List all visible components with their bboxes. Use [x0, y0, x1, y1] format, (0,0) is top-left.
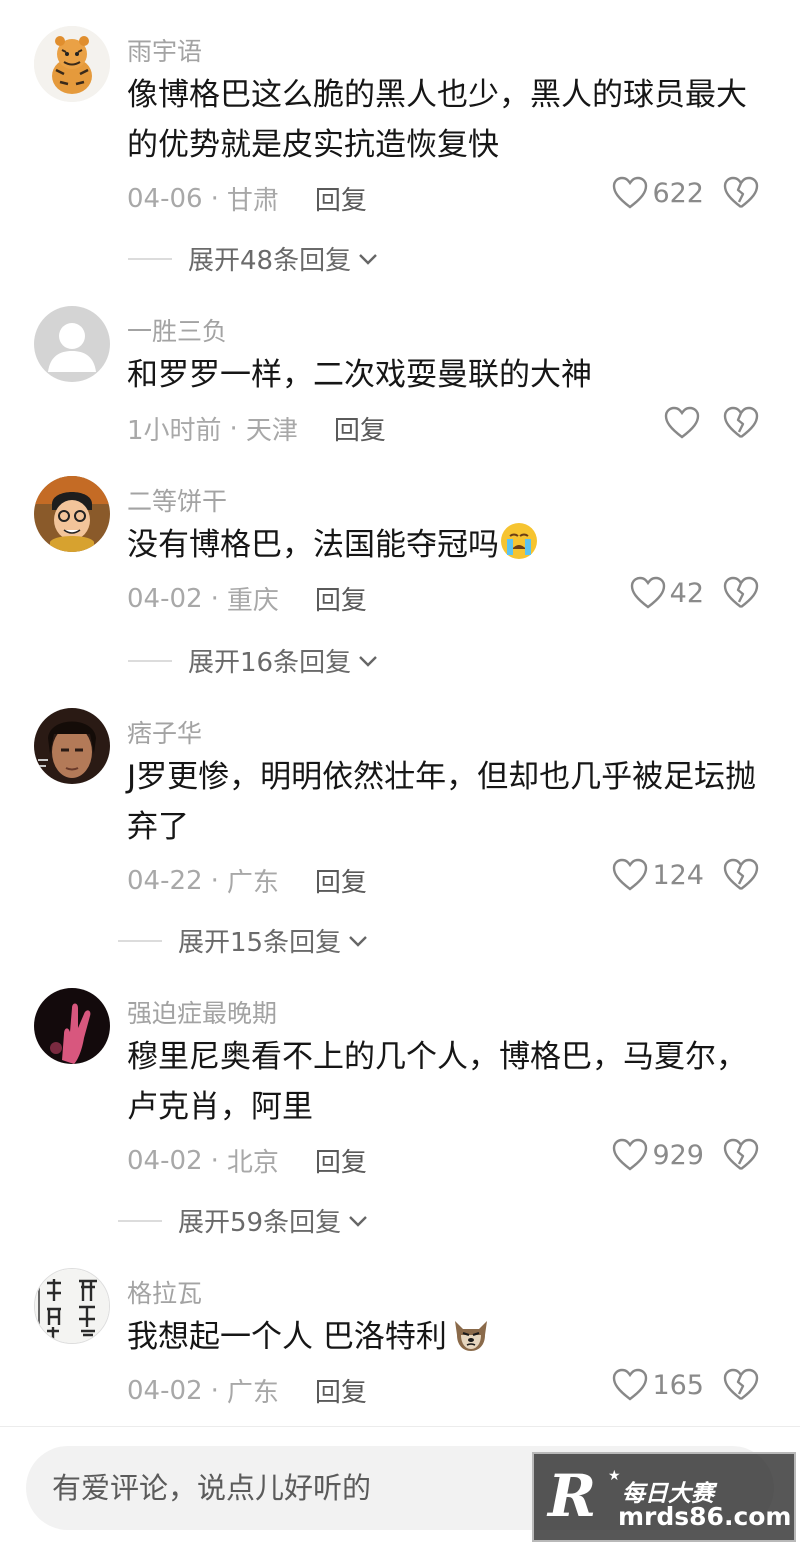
chevron-down-icon — [349, 1215, 367, 1227]
expand-replies-button[interactable]: 展开59条回复 — [118, 1202, 369, 1239]
comment-text: 和罗罗一样，二次戏耍曼联的大神 — [127, 357, 592, 393]
broken-heart-icon[interactable] — [722, 176, 760, 210]
username[interactable]: 二等饼干 — [127, 482, 227, 518]
chevron-down-icon — [359, 655, 377, 667]
heart-icon — [613, 858, 648, 891]
username[interactable]: 一胜三负 — [127, 312, 227, 348]
expand-replies-button[interactable]: 展开48条回复 — [128, 240, 379, 277]
like-button[interactable]: 165 — [612, 1368, 704, 1402]
reply-button[interactable]: 回复 — [315, 1142, 367, 1179]
username[interactable]: 雨宇语 — [127, 32, 202, 68]
comment-meta: 04-02 · 广东 回复 — [127, 1372, 367, 1409]
comment-text: 像博格巴这么脆的黑人也少，黑人的球员最大的优势就是皮实抗造恢复快 — [127, 77, 747, 163]
cartoon-avatar[interactable] — [34, 476, 110, 552]
meta-separator: · — [210, 183, 219, 214]
comment-meta: 04-02 · 北京 回复 — [127, 1142, 367, 1179]
meta-separator: · — [210, 583, 219, 614]
comment-location: 重庆 — [226, 586, 279, 616]
meta-separator: · — [210, 1375, 219, 1406]
heart-icon — [613, 176, 648, 209]
face-avatar[interactable] — [34, 708, 110, 784]
comment-date: 04-02 — [127, 1375, 203, 1406]
broken-heart-icon[interactable] — [722, 1138, 760, 1172]
expand-label: 展开16条回复 — [188, 648, 352, 678]
watermark-logo: R ★ 每日大赛 mrds86.com — [532, 1452, 796, 1542]
expand-divider — [118, 1219, 162, 1222]
hand-avatar[interactable] — [34, 988, 110, 1064]
meta-separator: · — [229, 413, 238, 444]
tiger-avatar[interactable] — [34, 26, 110, 102]
like-count: 622 — [652, 177, 704, 209]
reply-button[interactable]: 回复 — [315, 862, 367, 899]
comment-location: 天津 — [245, 416, 298, 446]
comment-text-body: 我想起一个人 巴洛特利 — [127, 1319, 447, 1355]
username[interactable]: 痞子华 — [127, 714, 202, 750]
comment-text: 穆里尼奥看不上的几个人，博格巴，马夏尔，卢克肖，阿里 — [127, 1039, 747, 1125]
comment-meta: 04-06 · 甘肃 回复 — [127, 180, 367, 217]
like-count: 124 — [652, 859, 704, 891]
comment-meta: 04-22 · 广东 回复 — [127, 862, 367, 899]
comment-text: 没有博格巴，法国能夺冠吗 — [127, 520, 767, 570]
watermark-letter: R — [548, 1462, 597, 1530]
comment-date: 04-02 — [127, 1145, 203, 1176]
expand-replies-button[interactable]: 展开16条回复 — [128, 642, 379, 679]
like-button[interactable]: 622 — [612, 176, 704, 210]
expand-replies-button[interactable]: 展开15条回复 — [118, 922, 369, 959]
chevron-down-icon — [359, 253, 377, 265]
comment-meta: 1小时前 · 天津 回复 — [127, 410, 386, 447]
comment-text: 我想起一个人 巴洛特利 — [127, 1312, 767, 1362]
reply-button[interactable]: 回复 — [315, 1372, 367, 1409]
broken-heart-icon[interactable] — [722, 1368, 760, 1402]
broken-heart-icon[interactable] — [722, 406, 760, 440]
dog-emoji — [454, 1321, 487, 1351]
username[interactable]: 强迫症最晚期 — [127, 994, 277, 1030]
heart-icon — [613, 1138, 648, 1171]
reply-button[interactable]: 回复 — [315, 180, 367, 217]
comment-location: 北京 — [226, 1148, 279, 1178]
like-button[interactable]: 929 — [612, 1138, 704, 1172]
like-button[interactable]: 42 — [630, 576, 704, 610]
reply-button[interactable]: 回复 — [334, 410, 386, 447]
heart-icon — [613, 1368, 648, 1401]
comment-text-body: 没有博格巴，法国能夺冠吗 — [127, 527, 499, 563]
comment-input[interactable] — [52, 1446, 552, 1530]
broken-heart-icon[interactable] — [722, 576, 760, 610]
calligraphy-avatar[interactable] — [34, 1268, 110, 1344]
meta-separator: · — [210, 1145, 219, 1176]
comment-date: 04-22 — [127, 865, 203, 896]
comment-location: 广东 — [226, 1378, 279, 1408]
like-button[interactable]: 124 — [612, 858, 704, 892]
comment-text: J罗更惨，明明依然壮年，但却也几乎被足坛抛弃了 — [127, 759, 757, 845]
username[interactable]: 格拉瓦 — [127, 1274, 202, 1310]
meta-separator: · — [210, 865, 219, 896]
comment-location: 甘肃 — [226, 186, 279, 216]
expand-divider — [128, 257, 172, 260]
watermark-url: mrds86.com — [618, 1502, 792, 1531]
heart-icon — [630, 576, 665, 609]
chevron-down-icon — [349, 935, 367, 947]
expand-label: 展开59条回复 — [178, 1208, 342, 1238]
bottom-divider — [0, 1426, 800, 1427]
like-count: 165 — [652, 1369, 704, 1401]
like-count: 42 — [669, 577, 704, 609]
comment-location: 广东 — [226, 868, 279, 898]
broken-heart-icon[interactable] — [722, 858, 760, 892]
like-count: 929 — [652, 1139, 704, 1171]
comment-date: 1小时前 — [127, 416, 222, 446]
expand-divider — [118, 939, 162, 942]
default-avatar[interactable] — [34, 306, 110, 382]
reply-button[interactable]: 回复 — [315, 580, 367, 617]
like-button[interactable] — [664, 406, 704, 440]
star-icon: ★ — [608, 1468, 621, 1484]
comment-date: 04-06 — [127, 183, 203, 214]
expand-label: 展开48条回复 — [188, 246, 352, 276]
comment-date: 04-02 — [127, 583, 203, 614]
heart-icon — [664, 406, 700, 439]
crying-emoji — [501, 523, 537, 559]
comment-meta: 04-02 · 重庆 回复 — [127, 580, 367, 617]
expand-label: 展开15条回复 — [178, 928, 342, 958]
expand-divider — [128, 659, 172, 662]
